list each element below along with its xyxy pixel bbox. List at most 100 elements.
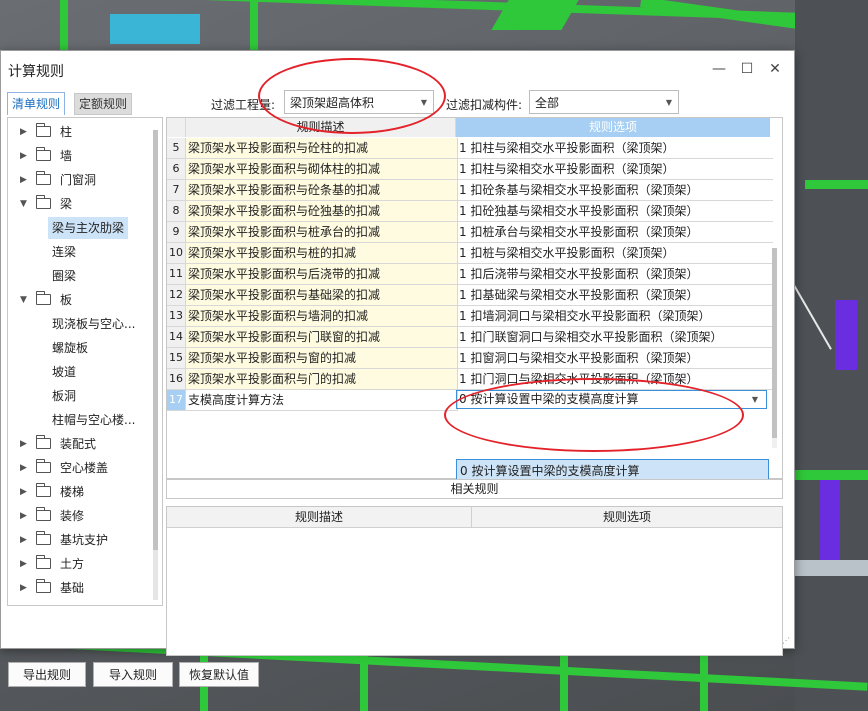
related-header-desc: 规则描述 bbox=[167, 507, 472, 528]
row-option[interactable]: 1 扣门联窗洞口与梁相交水平投影面积（梁顶架） bbox=[456, 327, 773, 348]
row-option[interactable]: 1 扣砼条基与梁相交水平投影面积（梁顶架） bbox=[456, 180, 773, 201]
maximize-button[interactable]: ☐ bbox=[737, 59, 757, 79]
filter-component-select[interactable]: 全部 ▼ bbox=[529, 90, 679, 114]
tree-node-stairs[interactable]: ▶ 楼梯 bbox=[20, 481, 150, 503]
tab-list-rules[interactable]: 清单规则 bbox=[7, 92, 66, 115]
tree-leaf-link-beam[interactable]: 连梁 bbox=[48, 241, 80, 263]
row-option[interactable]: 1 扣门洞口与梁相交水平投影面积（梁顶架） bbox=[456, 369, 773, 390]
row-option[interactable]: 1 扣基础梁与梁相交水平投影面积（梁顶架） bbox=[456, 285, 773, 306]
tree-node-label: 基础 bbox=[60, 581, 85, 595]
minimize-button[interactable]: — bbox=[709, 59, 729, 79]
tree-leaf-spiral-slab[interactable]: 螺旋板 bbox=[48, 337, 92, 359]
row-desc: 梁顶架水平投影面积与后浇带的扣减 bbox=[186, 264, 458, 285]
tree-node-beam[interactable]: ▼ 梁 bbox=[20, 193, 150, 215]
row-option[interactable]: 1 扣柱与梁相交水平投影面积（梁顶架） bbox=[456, 138, 773, 159]
tree-leaf-ramp[interactable]: 坡道 bbox=[48, 361, 80, 383]
row-option[interactable]: 1 扣墙洞洞口与梁相交水平投影面积（梁顶架） bbox=[456, 306, 773, 327]
folder-icon bbox=[36, 171, 51, 185]
tree-node-label: 装修 bbox=[60, 509, 85, 523]
related-rules-bar[interactable]: 相关规则 bbox=[166, 479, 783, 499]
table-row[interactable]: 11 梁顶架水平投影面积与后浇带的扣减 1 扣后浇带与梁相交水平投影面积（梁顶架… bbox=[167, 264, 782, 285]
grid-scrollbar-thumb[interactable] bbox=[772, 248, 777, 438]
table-row[interactable]: 9 梁顶架水平投影面积与桩承台的扣减 1 扣桩承台与梁相交水平投影面积（梁顶架） bbox=[167, 222, 782, 243]
table-row[interactable]: 8 梁顶架水平投影面积与砼独基的扣减 1 扣砼独基与梁相交水平投影面积（梁顶架） bbox=[167, 201, 782, 222]
expand-arrow-icon[interactable]: ▶ bbox=[20, 553, 32, 575]
tree-node-door-window[interactable]: ▶ 门窗洞 bbox=[20, 169, 150, 191]
tree-node-prefab[interactable]: ▶ 装配式 bbox=[20, 433, 150, 455]
row-desc: 梁顶架水平投影面积与桩的扣减 bbox=[186, 243, 458, 264]
tree-node-decoration[interactable]: ▶ 装修 bbox=[20, 505, 150, 527]
expand-arrow-icon[interactable]: ▶ bbox=[20, 577, 32, 599]
export-rules-button[interactable]: 导出规则 bbox=[8, 662, 86, 687]
expand-arrow-icon[interactable]: ▶ bbox=[20, 121, 32, 143]
tree-node-wall[interactable]: ▶ 墙 bbox=[20, 145, 150, 167]
grid-scrollbar[interactable] bbox=[772, 248, 777, 448]
chevron-down-icon[interactable]: ▼ bbox=[752, 391, 758, 408]
row-option[interactable]: 1 扣桩承台与梁相交水平投影面积（梁顶架） bbox=[456, 222, 773, 243]
table-row[interactable]: 13 梁顶架水平投影面积与墙洞的扣减 1 扣墙洞洞口与梁相交水平投影面积（梁顶架… bbox=[167, 306, 782, 327]
related-rules-grid: 规则描述 规则选项 bbox=[166, 506, 783, 656]
tree-leaf-column-cap[interactable]: 柱帽与空心楼... bbox=[48, 409, 139, 431]
tree-node-column[interactable]: ▶ 柱 bbox=[20, 121, 150, 143]
expand-arrow-icon[interactable]: ▶ bbox=[20, 169, 32, 191]
tree-node-earthwork[interactable]: ▶ 土方 bbox=[20, 553, 150, 575]
table-row[interactable]: 10 梁顶架水平投影面积与桩的扣减 1 扣桩与梁相交水平投影面积（梁顶架） bbox=[167, 243, 782, 264]
expand-arrow-icon[interactable]: ▶ bbox=[20, 433, 32, 455]
import-rules-button[interactable]: 导入规则 bbox=[93, 662, 173, 687]
row-desc: 梁顶架水平投影面积与砼条基的扣减 bbox=[186, 180, 458, 201]
table-row[interactable]: 14 梁顶架水平投影面积与门联窗的扣减 1 扣门联窗洞口与梁相交水平投影面积（梁… bbox=[167, 327, 782, 348]
filter-project-select[interactable]: 梁顶架超高体积 ▼ bbox=[284, 90, 434, 114]
tree-leaf-cast-slab[interactable]: 现浇板与空心... bbox=[48, 313, 139, 335]
expand-arrow-icon[interactable]: ▶ bbox=[20, 457, 32, 479]
tree-leaf-ring-beam[interactable]: 圈梁 bbox=[48, 265, 80, 287]
tree-node-pit-support[interactable]: ▶ 基坑支护 bbox=[20, 529, 150, 551]
folder-icon bbox=[36, 507, 51, 521]
tree-node-label: 基坑支护 bbox=[60, 533, 109, 547]
row-number: 12 bbox=[167, 285, 186, 306]
restore-defaults-button[interactable]: 恢复默认值 bbox=[179, 662, 259, 687]
row-number: 7 bbox=[167, 180, 186, 201]
row-option[interactable]: 1 扣窗洞口与梁相交水平投影面积（梁顶架） bbox=[456, 348, 773, 369]
table-row[interactable]: 16 梁顶架水平投影面积与门的扣减 1 扣门洞口与梁相交水平投影面积（梁顶架） bbox=[167, 369, 782, 390]
row-option[interactable]: 1 扣砼独基与梁相交水平投影面积（梁顶架） bbox=[456, 201, 773, 222]
rules-grid: 规则描述 规则选项 5 梁顶架水平投影面积与砼柱的扣减 1 扣柱与梁相交水平投影… bbox=[166, 117, 783, 479]
tree-leaf-slab-hole[interactable]: 板洞 bbox=[48, 385, 80, 407]
row-option-dropdown[interactable]: 0 按计算设置中梁的支模高度计算 ▼ bbox=[456, 390, 767, 409]
table-row[interactable]: 6 梁顶架水平投影面积与砌体柱的扣减 1 扣柱与梁相交水平投影面积（梁顶架） bbox=[167, 159, 782, 180]
tree-node-label: 楼梯 bbox=[60, 485, 85, 499]
row-option[interactable]: 1 扣桩与梁相交水平投影面积（梁顶架） bbox=[456, 243, 773, 264]
row-option[interactable]: 1 扣后浇带与梁相交水平投影面积（梁顶架） bbox=[456, 264, 773, 285]
table-row[interactable]: 7 梁顶架水平投影面积与砼条基的扣减 1 扣砼条基与梁相交水平投影面积（梁顶架） bbox=[167, 180, 782, 201]
tree-node-foundation[interactable]: ▶ 基础 bbox=[20, 577, 150, 599]
dropdown-option[interactable]: 0 按计算设置中梁的支模高度计算 bbox=[456, 459, 769, 481]
row-desc: 梁顶架水平投影面积与砼独基的扣减 bbox=[186, 201, 458, 222]
filter-component-value: 全部 bbox=[535, 96, 560, 110]
tree-scrollbar[interactable] bbox=[153, 130, 158, 600]
expand-arrow-icon[interactable]: ▶ bbox=[20, 145, 32, 167]
tab-quota-rules[interactable]: 定额规则 bbox=[74, 93, 133, 115]
tree-node-slab[interactable]: ▼ 板 bbox=[20, 289, 150, 311]
collapse-arrow-icon[interactable]: ▼ bbox=[20, 289, 32, 311]
tree-scrollbar-thumb[interactable] bbox=[153, 130, 158, 550]
folder-icon bbox=[36, 147, 51, 161]
filter-project-value: 梁顶架超高体积 bbox=[290, 96, 375, 110]
tree-leaf-beam-main-secondary[interactable]: 梁与主次肋梁 bbox=[48, 217, 129, 239]
close-button[interactable]: ✕ bbox=[765, 59, 785, 79]
table-row[interactable]: 12 梁顶架水平投影面积与基础梁的扣减 1 扣基础梁与梁相交水平投影面积（梁顶架… bbox=[167, 285, 782, 306]
row-desc: 梁顶架水平投影面积与墙洞的扣减 bbox=[186, 306, 458, 327]
expand-arrow-icon[interactable]: ▶ bbox=[20, 505, 32, 527]
folder-icon bbox=[36, 579, 51, 593]
tree-node-label: 土方 bbox=[60, 557, 85, 571]
row-option[interactable]: 1 扣柱与梁相交水平投影面积（梁顶架） bbox=[456, 159, 773, 180]
expand-arrow-icon[interactable]: ▶ bbox=[20, 481, 32, 503]
table-row[interactable]: 15 梁顶架水平投影面积与窗的扣减 1 扣窗洞口与梁相交水平投影面积（梁顶架） bbox=[167, 348, 782, 369]
chevron-down-icon: ▼ bbox=[420, 98, 427, 107]
collapse-arrow-icon[interactable]: ▼ bbox=[20, 193, 32, 215]
table-row[interactable]: 5 梁顶架水平投影面积与砼柱的扣减 1 扣柱与梁相交水平投影面积（梁顶架） bbox=[167, 138, 782, 159]
title-bar[interactable]: 计算规则 — ☐ ✕ bbox=[1, 51, 794, 87]
resize-grip-icon[interactable]: ⋰ bbox=[782, 636, 792, 646]
table-row-selected[interactable]: 17 支模高度计算方法 0 按计算设置中梁的支模高度计算 ▼ bbox=[167, 390, 782, 411]
expand-arrow-icon[interactable]: ▶ bbox=[20, 529, 32, 551]
tree-node-hollow-floor[interactable]: ▶ 空心楼盖 bbox=[20, 457, 150, 479]
folder-icon bbox=[36, 459, 51, 473]
